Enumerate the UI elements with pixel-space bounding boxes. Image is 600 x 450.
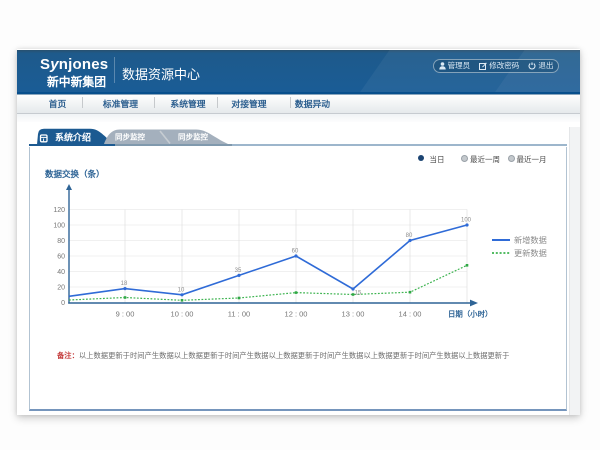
svg-text:80: 80 [57,238,65,245]
svg-text:11 : 00: 11 : 00 [228,310,250,319]
svg-text:12 : 00: 12 : 00 [285,310,308,319]
svg-text:60: 60 [292,249,299,255]
svg-text:80: 80 [406,233,413,239]
svg-text:13 : 00: 13 : 00 [342,310,365,319]
svg-text:18: 18 [121,281,128,287]
svg-text:同步监控: 同步监控 [115,132,145,142]
svg-text:40: 40 [57,269,65,276]
svg-text:60: 60 [57,254,65,261]
svg-text:同步监控: 同步监控 [178,132,208,142]
svg-text:35: 35 [235,268,242,274]
svg-text:14 : 00: 14 : 00 [399,310,422,319]
svg-text:新增数据: 新增数据 [514,235,547,245]
svg-text:更新数据: 更新数据 [514,248,547,258]
svg-text:系统介绍: 系统介绍 [55,132,91,143]
svg-text:日期（小时）: 日期（小时） [448,310,492,319]
svg-text:0: 0 [61,300,65,307]
svg-text:20: 20 [57,285,65,292]
svg-text:100: 100 [461,218,472,224]
svg-text:10 : 00: 10 : 00 [171,310,194,319]
svg-text:100: 100 [53,223,65,230]
svg-text:9 : 00: 9 : 00 [116,310,135,319]
svg-text:120: 120 [53,207,65,214]
svg-text:15: 15 [355,291,362,297]
svg-text:10: 10 [178,288,185,294]
